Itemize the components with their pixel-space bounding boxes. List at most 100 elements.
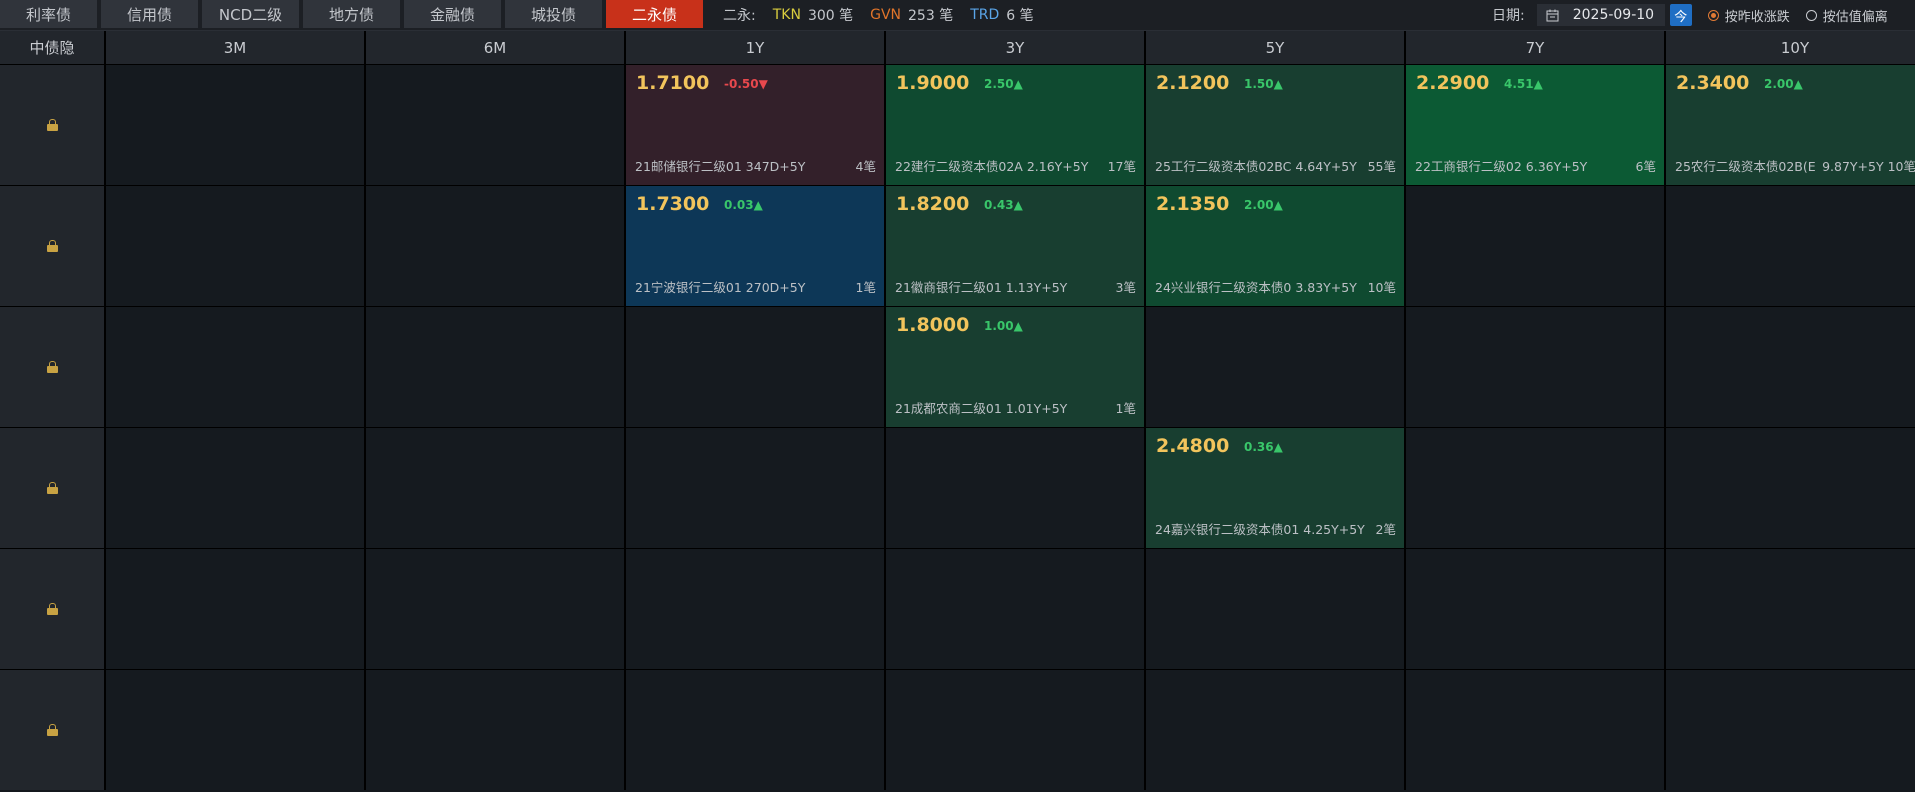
row-lock[interactable] (0, 670, 104, 790)
quote-cell[interactable]: 1.7100 -0.50▼ 21邮储银行二级01 347D+5Y 4笔 (626, 65, 884, 185)
radio-unchecked-icon (1805, 9, 1817, 21)
quote-cell[interactable]: 2.3400 2.00▲ 25农行二级资本债02B(E 9.87Y+5Y 10笔 (1666, 65, 1915, 185)
date-label: 日期: (1492, 8, 1525, 24)
tab-5[interactable]: 城投债 (505, 0, 602, 28)
quote-yield: 1.8000 (896, 314, 970, 336)
row-lock[interactable] (0, 307, 104, 427)
radio-valuation-dev-label: 按估值偏离 (1822, 9, 1888, 25)
bond-name: 22建行二级资本债02A 2.16Y+5Y (895, 159, 1089, 174)
quote-change: 0.36▲ (1244, 440, 1283, 454)
column-header[interactable]: 1Y (626, 31, 884, 64)
empty-cell (626, 670, 884, 790)
trade-count: 4笔 (855, 159, 876, 174)
radio-valuation-dev[interactable]: 按估值偏离 (1805, 6, 1888, 25)
tab-6[interactable]: 二永债 (606, 0, 703, 28)
radio-checked-icon (1707, 9, 1719, 21)
column-header[interactable]: 10Y (1666, 31, 1915, 64)
column-header[interactable]: 7Y (1406, 31, 1664, 64)
tab-3[interactable]: 地方债 (303, 0, 400, 28)
quote-change: 1.50▲ (1244, 77, 1283, 91)
date-picker[interactable]: 2025-09-10 (1536, 4, 1665, 26)
bond-name: 21宁波银行二级01 270D+5Y (635, 280, 806, 295)
tab-4[interactable]: 金融债 (404, 0, 501, 28)
empty-cell (1666, 428, 1915, 548)
quote-yield: 1.9000 (896, 72, 970, 94)
quote-cell[interactable]: 2.1200 1.50▲ 25工行二级资本债02BC 4.64Y+5Y 55笔 (1146, 65, 1404, 185)
empty-cell (366, 307, 624, 427)
tab-0[interactable]: 利率债 (0, 0, 97, 28)
row-lock[interactable] (0, 65, 104, 185)
column-header[interactable]: 3M (106, 31, 364, 64)
lock-icon (46, 603, 58, 615)
quote-yield: 2.2900 (1416, 72, 1490, 94)
bond-name: 24嘉兴银行二级资本债01 4.25Y+5Y (1155, 522, 1365, 537)
empty-cell (106, 65, 364, 185)
empty-cell (1666, 186, 1915, 306)
empty-cell (1666, 670, 1915, 790)
gvn-label: GVN (870, 7, 902, 23)
empty-cell (626, 549, 884, 669)
lock-icon (46, 240, 58, 252)
quote-change: 2.50▲ (984, 77, 1023, 91)
empty-cell (366, 428, 624, 548)
today-button[interactable]: 今 (1669, 4, 1692, 26)
trd-count: 6 笔 (1006, 8, 1034, 24)
stats-label: 二永: (723, 8, 756, 24)
empty-cell (886, 428, 1144, 548)
lock-icon (46, 724, 58, 736)
trade-count: 1笔 (855, 280, 876, 295)
quote-change: 0.03▲ (724, 198, 763, 212)
quote-yield: 2.1200 (1156, 72, 1230, 94)
quote-change: 1.00▲ (984, 319, 1023, 333)
empty-cell (886, 670, 1144, 790)
quote-yield: 2.1350 (1156, 193, 1230, 215)
trade-count: 17笔 (1107, 159, 1136, 174)
bond-name: 25农行二级资本债02B(E (1675, 159, 1816, 174)
yield-grid: 中债隐 3M 6M 1Y 3Y 5Y 7Y 10Y 1.7100 -0.50▼ 21邮储银行二级01… (0, 31, 1915, 790)
quote-cell[interactable]: 1.8000 1.00▲ 21成都农商二级01 1.01Y+5Y 1笔 (886, 307, 1144, 427)
empty-cell (106, 670, 364, 790)
empty-cell (886, 549, 1144, 669)
empty-cell (626, 428, 884, 548)
quote-cell[interactable]: 1.9000 2.50▲ 22建行二级资本债02A 2.16Y+5Y 17笔 (886, 65, 1144, 185)
quote-change: 2.00▲ (1764, 77, 1803, 91)
empty-cell (1406, 307, 1664, 427)
trade-count: 6笔 (1635, 159, 1656, 174)
category-tabs: 利率债 信用债 NCD二级 地方债 金融债 城投债 二永债 (0, 0, 707, 30)
trd-label: TRD (970, 7, 1000, 23)
column-header[interactable]: 5Y (1146, 31, 1404, 64)
bond-name: 25工行二级资本债02BC 4.64Y+5Y (1155, 159, 1357, 174)
tab-2[interactable]: NCD二级 (202, 0, 299, 28)
column-header[interactable]: 6M (366, 31, 624, 64)
trade-count: 1笔 (1115, 401, 1136, 416)
empty-cell (366, 65, 624, 185)
top-bar: 利率债 信用债 NCD二级 地方债 金融债 城投债 二永债 二永: TKN 300 笔 GV… (0, 0, 1915, 31)
trade-count: 9.87Y+5Y 10笔 (1822, 159, 1915, 174)
quote-change: 0.43▲ (984, 198, 1023, 212)
quote-cell[interactable]: 2.2900 4.51▲ 22工商银行二级02 6.36Y+5Y 6笔 (1406, 65, 1664, 185)
empty-cell (106, 186, 364, 306)
row-lock[interactable] (0, 428, 104, 548)
quote-cell[interactable]: 2.1350 2.00▲ 24兴业银行二级资本债0 3.83Y+5Y 10笔 (1146, 186, 1404, 306)
trade-count: 55笔 (1367, 159, 1396, 174)
empty-cell (106, 549, 364, 669)
quote-cell[interactable]: 1.7300 0.03▲ 21宁波银行二级01 270D+5Y 1笔 (626, 186, 884, 306)
quote-yield: 1.7300 (636, 193, 710, 215)
row-lock[interactable] (0, 186, 104, 306)
quote-cell[interactable]: 2.4800 0.36▲ 24嘉兴银行二级资本债01 4.25Y+5Y 2笔 (1146, 428, 1404, 548)
bond-name: 21邮储银行二级01 347D+5Y (635, 159, 806, 174)
bond-name: 21成都农商二级01 1.01Y+5Y (895, 401, 1068, 416)
bond-name: 21徽商银行二级01 1.13Y+5Y (895, 280, 1068, 295)
row-lock[interactable] (0, 549, 104, 669)
empty-cell (1146, 670, 1404, 790)
radio-prev-close[interactable]: 按昨收涨跌 (1707, 6, 1790, 25)
empty-cell (1146, 549, 1404, 669)
gvn-count: 253 笔 (908, 8, 954, 24)
tab-1[interactable]: 信用债 (101, 0, 198, 28)
column-header[interactable]: 3Y (886, 31, 1144, 64)
quote-cell[interactable]: 1.8200 0.43▲ 21徽商银行二级01 1.13Y+5Y 3笔 (886, 186, 1144, 306)
trade-count: 3笔 (1115, 280, 1136, 295)
quote-yield: 1.8200 (896, 193, 970, 215)
empty-cell (366, 670, 624, 790)
empty-cell (626, 307, 884, 427)
